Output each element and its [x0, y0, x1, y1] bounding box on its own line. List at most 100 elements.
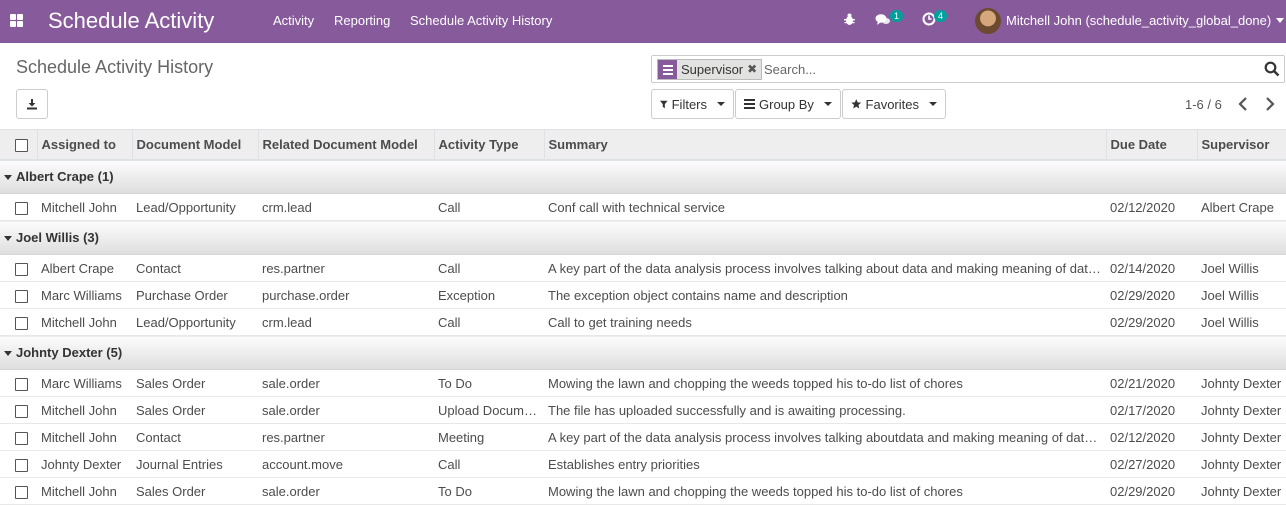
row-checkbox[interactable] — [15, 262, 28, 276]
group-expand-caret-icon[interactable] — [4, 174, 12, 180]
row-checkbox[interactable] — [15, 289, 28, 303]
table-row[interactable]: Marc Williams Sales Order sale.order To Do M… — [0, 369, 1286, 397]
cell-document-model[interactable]: Contact — [132, 423, 258, 451]
row-select-cell[interactable] — [0, 477, 37, 505]
cell-supervisor[interactable]: Joel Willis — [1197, 308, 1286, 336]
cell-activity-type[interactable]: Call — [434, 450, 544, 478]
cell-activity-type[interactable]: Call — [434, 308, 544, 336]
cell-related-document-model[interactable]: crm.lead — [258, 308, 434, 336]
pager-next-icon[interactable] — [1264, 96, 1276, 112]
table-row[interactable]: Mitchell John Lead/Opportunity crm.lead Cal… — [0, 193, 1286, 221]
cell-due-date[interactable]: 02/12/2020 — [1106, 423, 1197, 451]
select-all-checkbox-cell[interactable] — [0, 129, 37, 161]
cell-due-date[interactable]: 02/17/2020 — [1106, 396, 1197, 424]
cell-due-date[interactable]: 02/29/2020 — [1106, 308, 1197, 336]
cell-supervisor[interactable]: Joel Willis — [1197, 281, 1286, 309]
cell-activity-type[interactable]: Meeting — [434, 423, 544, 451]
app-title[interactable]: Schedule Activity — [48, 8, 214, 34]
table-row[interactable]: Mitchell John Lead/Opportunity crm.lead Cal… — [0, 308, 1286, 336]
cell-due-date[interactable]: 02/29/2020 — [1106, 477, 1197, 505]
row-checkbox[interactable] — [15, 201, 28, 215]
menu-reporting[interactable]: Reporting — [334, 13, 390, 28]
column-header-assigned-to[interactable]: Assigned to — [36, 129, 132, 161]
group-expand-caret-icon[interactable] — [4, 350, 12, 356]
table-row[interactable]: Mitchell John Contact res.partner Meeting A … — [0, 423, 1286, 451]
pager-value[interactable]: 1-6 / 6 — [1185, 97, 1222, 112]
group-row[interactable]: Albert Crape (1) — [0, 159, 1286, 194]
cell-document-model[interactable]: Lead/Opportunity — [132, 193, 258, 221]
pager-previous-icon[interactable] — [1237, 96, 1249, 112]
facet-remove-icon[interactable]: ✖ — [747, 60, 761, 79]
cell-related-document-model[interactable]: sale.order — [258, 369, 434, 397]
user-avatar[interactable] — [975, 8, 1001, 34]
cell-activity-type[interactable]: To Do — [434, 477, 544, 505]
cell-due-date[interactable]: 02/14/2020 — [1106, 254, 1197, 282]
table-row[interactable]: Albert Crape Contact res.partner Call A key … — [0, 254, 1286, 282]
group-header-cell[interactable]: Joel Willis (3) — [0, 220, 1286, 255]
cell-summary[interactable]: The file has uploaded successfully and i… — [544, 396, 1106, 424]
cell-supervisor[interactable]: Johnty Dexter — [1197, 450, 1286, 478]
column-header-activity-type[interactable]: Activity Type — [433, 129, 544, 161]
cell-assigned-to[interactable]: Mitchell John — [37, 477, 132, 505]
menu-schedule-activity-history[interactable]: Schedule Activity History — [410, 13, 552, 28]
row-checkbox[interactable] — [15, 377, 28, 391]
row-checkbox[interactable] — [15, 458, 28, 472]
menu-activity[interactable]: Activity — [273, 13, 314, 28]
cell-due-date[interactable]: 02/27/2020 — [1106, 450, 1197, 478]
select-all-checkbox[interactable] — [15, 138, 28, 152]
table-row[interactable]: Mitchell John Sales Order sale.order To Do M… — [0, 477, 1286, 505]
cell-document-model[interactable]: Sales Order — [132, 369, 258, 397]
cell-supervisor[interactable]: Albert Crape — [1197, 193, 1286, 221]
row-select-cell[interactable] — [0, 396, 37, 424]
cell-supervisor[interactable]: Johnty Dexter — [1197, 477, 1286, 505]
cell-summary[interactable]: Mowing the lawn and chopping the weeds t… — [544, 477, 1106, 505]
cell-assigned-to[interactable]: Mitchell John — [37, 193, 132, 221]
column-header-summary[interactable]: Summary — [543, 129, 1106, 161]
cell-supervisor[interactable]: Johnty Dexter — [1197, 396, 1286, 424]
row-select-cell[interactable] — [0, 254, 37, 282]
table-row[interactable]: Johnty Dexter Journal Entries account.move… — [0, 450, 1286, 478]
cell-summary[interactable]: Conf call with technical service — [544, 193, 1106, 221]
table-row[interactable]: Mitchell John Sales Order sale.order Upload… — [0, 396, 1286, 424]
favorites-dropdown[interactable]: Favorites — [842, 89, 946, 119]
row-select-cell[interactable] — [0, 193, 37, 221]
cell-assigned-to[interactable]: Mitchell John — [37, 396, 132, 424]
cell-document-model[interactable]: Sales Order — [132, 396, 258, 424]
row-checkbox[interactable] — [15, 431, 28, 445]
user-menu-name[interactable]: Mitchell John (schedule_activity_global_… — [1006, 13, 1271, 28]
column-header-supervisor[interactable]: Supervisor — [1196, 129, 1286, 161]
group-header-cell[interactable]: Johnty Dexter (5) — [0, 335, 1286, 370]
cell-assigned-to[interactable]: Marc Williams — [37, 369, 132, 397]
cell-supervisor[interactable]: Johnty Dexter — [1197, 423, 1286, 451]
cell-document-model[interactable]: Journal Entries — [132, 450, 258, 478]
column-header-due-date[interactable]: Due Date — [1105, 129, 1197, 161]
cell-related-document-model[interactable]: purchase.order — [258, 281, 434, 309]
cell-related-document-model[interactable]: sale.order — [258, 477, 434, 505]
cell-document-model[interactable]: Purchase Order — [132, 281, 258, 309]
cell-activity-type[interactable]: To Do — [434, 369, 544, 397]
row-checkbox[interactable] — [15, 485, 28, 499]
bug-icon[interactable] — [843, 13, 856, 26]
cell-assigned-to[interactable]: Mitchell John — [37, 308, 132, 336]
cell-due-date[interactable]: 02/29/2020 — [1106, 281, 1197, 309]
cell-related-document-model[interactable]: sale.order — [258, 396, 434, 424]
export-button[interactable] — [16, 89, 48, 119]
cell-assigned-to[interactable]: Marc Williams — [37, 281, 132, 309]
row-select-cell[interactable] — [0, 423, 37, 451]
cell-supervisor[interactable]: Johnty Dexter — [1197, 369, 1286, 397]
cell-activity-type[interactable]: Call — [434, 254, 544, 282]
cell-related-document-model[interactable]: res.partner — [258, 423, 434, 451]
cell-summary[interactable]: The exception object contains name and d… — [544, 281, 1106, 309]
search-bar[interactable]: Supervisor ✖ — [651, 55, 1285, 83]
row-select-cell[interactable] — [0, 308, 37, 336]
cell-summary[interactable]: Establishes entry priorities — [544, 450, 1106, 478]
group-row[interactable]: Joel Willis (3) — [0, 220, 1286, 255]
search-input[interactable] — [764, 59, 1254, 80]
cell-assigned-to[interactable]: Albert Crape — [37, 254, 132, 282]
row-select-cell[interactable] — [0, 369, 37, 397]
cell-activity-type[interactable]: Call — [434, 193, 544, 221]
column-header-related-document-model[interactable]: Related Document Model — [257, 129, 434, 161]
cell-due-date[interactable]: 02/21/2020 — [1106, 369, 1197, 397]
cell-supervisor[interactable]: Joel Willis — [1197, 254, 1286, 282]
cell-related-document-model[interactable]: account.move — [258, 450, 434, 478]
